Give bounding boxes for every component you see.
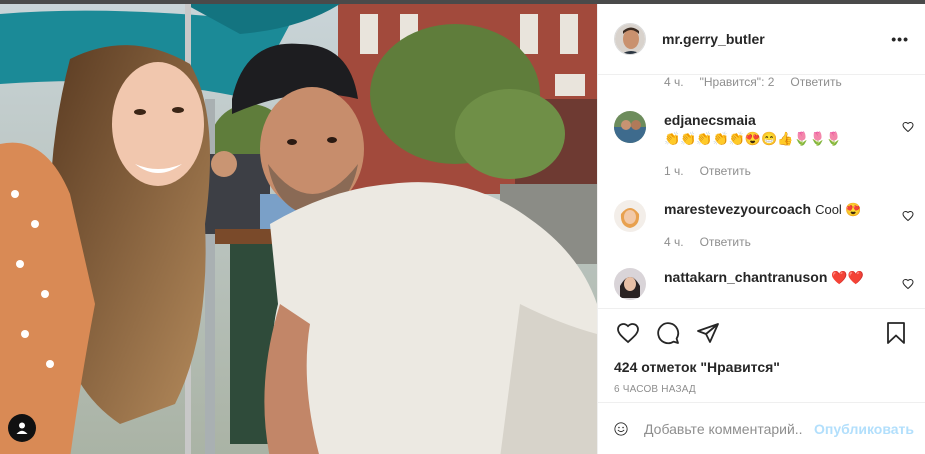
commenter-avatar[interactable] bbox=[614, 200, 646, 232]
post-actions: 424 отметок "Нравится" 6 часов назад bbox=[598, 308, 925, 395]
comment-time: 4 ч. bbox=[664, 235, 684, 249]
comment-button[interactable] bbox=[654, 319, 682, 347]
likes-count[interactable]: 424 отметок "Нравится" bbox=[614, 359, 910, 375]
comment-meta: 1 ч. Ответить bbox=[664, 162, 890, 180]
comment-input[interactable] bbox=[644, 420, 803, 437]
comment-time: 4 ч. bbox=[664, 76, 684, 89]
comments-list[interactable]: 4 ч. "Нравится": 2 Ответить edjanecsmaia… bbox=[598, 76, 925, 308]
add-comment-bar: Опубликовать bbox=[598, 402, 925, 454]
comment-text: Cool 😍 bbox=[815, 202, 862, 217]
commenter-avatar-image bbox=[614, 268, 646, 300]
bookmark-icon bbox=[887, 322, 905, 344]
comment-like-heart-icon[interactable] bbox=[902, 121, 914, 133]
selfie-photo-illustration bbox=[0, 4, 597, 454]
reply-button[interactable]: Ответить bbox=[700, 162, 751, 180]
comment-meta: 4 ч. Ответить bbox=[664, 233, 890, 251]
reply-button[interactable]: Ответить bbox=[790, 76, 841, 89]
commenter-avatar[interactable] bbox=[614, 111, 646, 143]
author-avatar[interactable] bbox=[614, 23, 646, 55]
user-tag-icon bbox=[16, 422, 28, 434]
comment-text: 👏👏👏👏👏😍😁👍🌷🌷🌷 bbox=[664, 131, 843, 146]
share-icon bbox=[697, 323, 719, 343]
comment-item: marestevezyourcoach Cool 😍 4 ч. Ответить bbox=[614, 200, 914, 251]
more-options-button[interactable]: ••• bbox=[891, 31, 909, 47]
commenter-avatar[interactable] bbox=[614, 268, 646, 300]
publish-button[interactable]: Опубликовать bbox=[814, 421, 914, 437]
action-icons-row bbox=[614, 309, 910, 357]
comment-text: ❤️❤️ bbox=[831, 270, 864, 285]
commenter-avatar-image bbox=[614, 111, 646, 143]
post-photo[interactable] bbox=[0, 4, 597, 454]
comment-like-heart-icon[interactable] bbox=[902, 278, 914, 290]
commenter-username[interactable]: edjanecsmaia bbox=[664, 112, 756, 128]
share-button[interactable] bbox=[694, 319, 722, 347]
emoji-icon[interactable] bbox=[614, 417, 628, 441]
post-side-panel: mr.gerry_butler ••• 4 ч. "Нравится": 2 О… bbox=[597, 4, 925, 454]
post-time[interactable]: 6 часов назад bbox=[614, 384, 910, 395]
author-username[interactable]: mr.gerry_butler bbox=[662, 31, 891, 47]
comment-meta: 4 ч. "Нравится": 2 Ответить bbox=[664, 76, 842, 89]
comment-time: 1 ч. bbox=[664, 164, 684, 178]
like-button[interactable] bbox=[614, 319, 642, 347]
heart-icon bbox=[617, 323, 639, 344]
commenter-username[interactable]: nattakarn_chantranuson bbox=[664, 269, 827, 285]
commenter-username[interactable]: marestevezyourcoach bbox=[664, 201, 811, 217]
comment-like-heart-icon[interactable] bbox=[902, 210, 914, 222]
comment-item: edjanecsmaia 👏👏👏👏👏😍😁👍🌷🌷🌷 1 ч. Ответить bbox=[614, 111, 914, 180]
comment-icon bbox=[657, 322, 680, 345]
author-avatar-image bbox=[615, 24, 645, 54]
commenter-avatar-image bbox=[614, 200, 646, 232]
comment-item: nattakarn_chantranuson ❤️❤️ bbox=[614, 268, 914, 300]
comment-likes[interactable]: "Нравится": 2 bbox=[700, 76, 775, 89]
save-button[interactable] bbox=[882, 319, 910, 347]
reply-button[interactable]: Ответить bbox=[700, 233, 751, 251]
user-tag-button[interactable] bbox=[8, 414, 36, 442]
post-header: mr.gerry_butler ••• bbox=[598, 4, 925, 75]
